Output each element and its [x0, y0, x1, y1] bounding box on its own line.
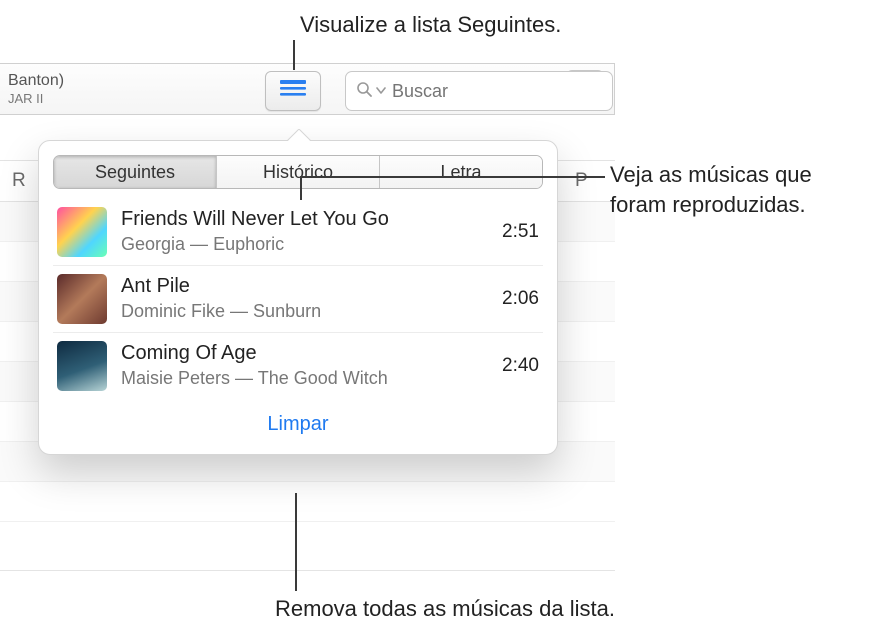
track-subtitle: Dominic Fike — Sunburn	[121, 300, 490, 323]
tab-lyrics[interactable]: Letra	[380, 156, 542, 188]
track-duration: 2:51	[490, 221, 539, 243]
playing-next-popover: Seguintes Histórico Letra Friends Will N…	[38, 140, 558, 455]
search-field-wrap[interactable]	[345, 71, 613, 111]
search-input[interactable]	[392, 81, 624, 102]
header-col-3: P	[575, 170, 615, 192]
callout-history-tab: Veja as músicas que foram reproduzidas.	[610, 160, 812, 219]
clear-queue-button[interactable]: Limpar	[267, 413, 328, 436]
track-subtitle: Georgia — Euphoric	[121, 233, 490, 256]
tab-playing-next[interactable]: Seguintes	[54, 156, 217, 188]
queue-row[interactable]: Ant Pile Dominic Fike — Sunburn 2:06	[53, 266, 543, 333]
chevron-down-icon[interactable]	[376, 82, 386, 100]
callout-queue-button: Visualize a lista Seguintes.	[300, 10, 561, 40]
playing-next-button[interactable]	[265, 71, 321, 111]
header-col-1: R	[0, 170, 30, 192]
track-title: Coming Of Age	[121, 341, 490, 366]
queue-list: Friends Will Never Let You Go Georgia — …	[53, 199, 543, 399]
segmented-control: Seguintes Histórico Letra	[53, 155, 543, 189]
tab-history[interactable]: Histórico	[217, 156, 380, 188]
track-subtitle: Maisie Peters — The Good Witch	[121, 367, 490, 390]
track-duration: 2:06	[490, 288, 539, 310]
album-art	[57, 207, 107, 257]
queue-row[interactable]: Friends Will Never Let You Go Georgia — …	[53, 199, 543, 266]
search-icon	[356, 81, 372, 102]
track-duration: 2:40	[490, 355, 539, 377]
callout-clear-button: Remova todas as músicas da lista.	[275, 594, 615, 624]
list-icon	[279, 79, 307, 104]
track-title: Friends Will Never Let You Go	[121, 207, 490, 232]
queue-row[interactable]: Coming Of Age Maisie Peters — The Good W…	[53, 333, 543, 399]
album-art	[57, 274, 107, 324]
track-title: Ant Pile	[121, 274, 490, 299]
popover-arrow	[287, 129, 311, 141]
album-art	[57, 341, 107, 391]
